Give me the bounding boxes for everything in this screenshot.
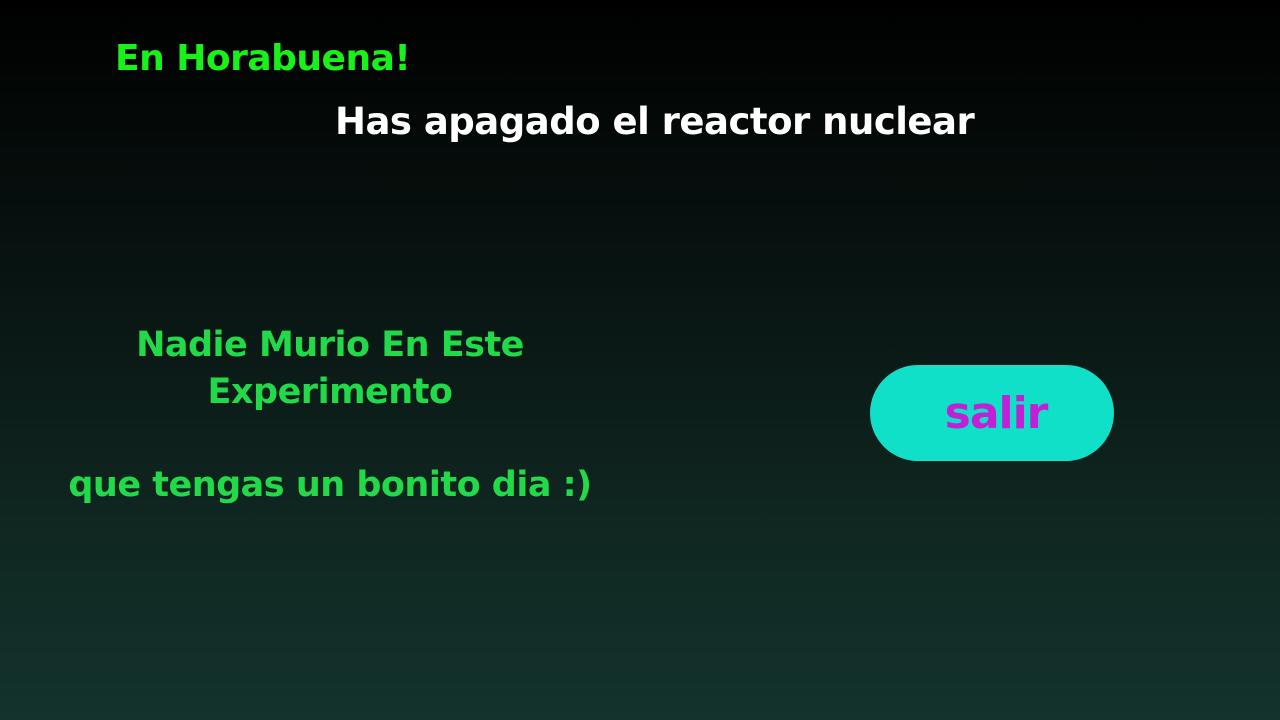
exit-button[interactable]: salir (870, 365, 1114, 461)
exit-button-label: salir (944, 387, 1049, 439)
congrats-heading: En Horabuena! (115, 38, 411, 79)
victory-screen: En Horabuena! Has apagado el reactor nuc… (0, 0, 1280, 720)
message-line-nice-day: que tengas un bonito dia :) (68, 465, 592, 505)
ending-message: Nadie Murio En Este Experimento que teng… (40, 322, 620, 509)
message-line-nobody-died: Nadie Murio En Este Experimento (136, 325, 524, 412)
reactor-shutdown-subtitle: Has apagado el reactor nuclear (335, 100, 975, 143)
